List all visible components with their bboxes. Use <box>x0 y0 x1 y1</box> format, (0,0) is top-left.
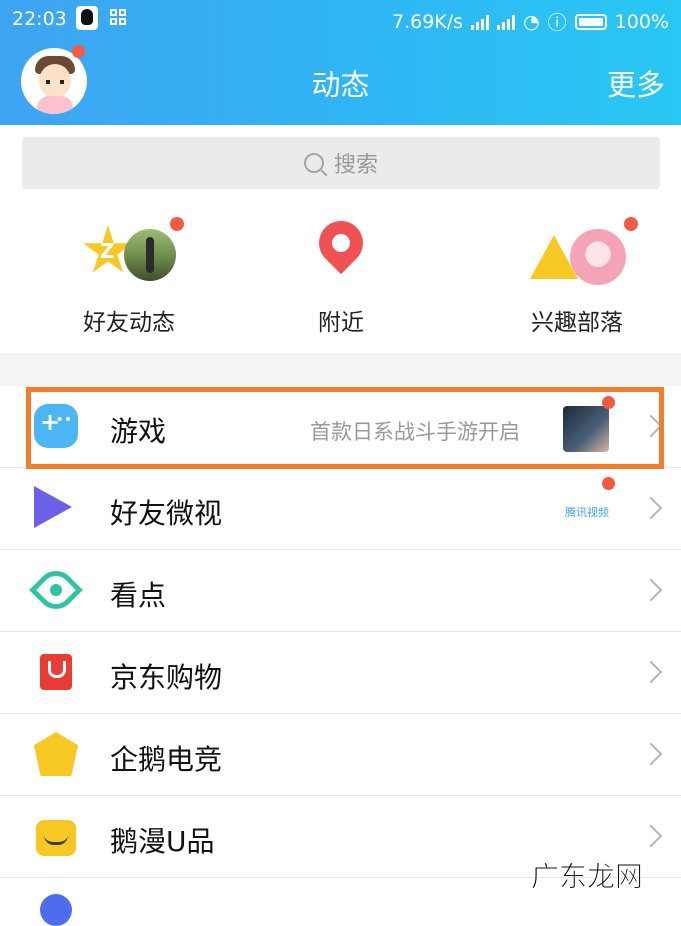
feature-list: 游戏 首款日系战斗手游开启 好友微视 腾讯视频 看点 京东购物 企鹅电竞 鹅漫U… <box>0 386 681 926</box>
interest-tribe-dot <box>624 217 638 231</box>
page-title: 动态 <box>311 68 370 102</box>
search-and-quick-section: 搜索 Z 好友动态 附近 兴趣部落 <box>0 125 681 353</box>
more-button[interactable]: 更多 <box>607 62 665 104</box>
chevron-right-icon <box>639 660 663 684</box>
weishi-play-icon <box>34 486 72 528</box>
game-notification-dot <box>602 396 615 409</box>
avatar-notification-dot <box>72 45 85 58</box>
chevron-right-icon <box>639 414 663 438</box>
list-item-penguin-esports[interactable]: 企鹅电竞 <box>0 714 681 796</box>
list-item-label: 游戏 <box>110 415 167 448</box>
battery-percent: 100% <box>614 10 669 33</box>
quick-friend-feed[interactable]: Z 好友动态 <box>64 217 194 337</box>
list-item-label: 京东购物 <box>110 661 223 694</box>
esports-crown-icon <box>34 732 78 776</box>
quick-label-interest-tribe: 兴趣部落 <box>531 310 623 336</box>
chevron-right-icon <box>639 742 663 766</box>
gamepad-icon <box>34 404 78 448</box>
chevron-right-icon <box>639 578 663 602</box>
watermark-text: 广东龙网 <box>530 860 643 894</box>
partial-app-icon <box>40 894 72 926</box>
qq-app-icon <box>76 6 98 30</box>
search-icon <box>303 153 324 173</box>
status-time: 22:03 <box>12 8 67 30</box>
section-divider <box>0 353 681 386</box>
list-item-friend-weishi[interactable]: 好友微视 腾讯视频 <box>0 468 681 550</box>
battery-icon <box>574 13 607 30</box>
quick-label-nearby: 附近 <box>318 310 364 336</box>
tencent-video-badge: 腾讯视频 <box>565 506 609 519</box>
list-item-label: 好友微视 <box>110 497 223 530</box>
quick-interest-tribe[interactable]: 兴趣部落 <box>518 217 638 337</box>
z-letter-icon: Z <box>100 239 115 263</box>
chevron-right-icon <box>639 824 663 848</box>
list-item-kandian[interactable]: 看点 <box>0 550 681 632</box>
quick-label-friend-feed: 好友动态 <box>83 310 175 336</box>
signal-icon <box>497 14 516 30</box>
weishi-notification-dot <box>602 477 615 490</box>
anime-avatar-thumbnail <box>570 229 626 285</box>
list-item-label: 企鹅电竞 <box>110 743 223 776</box>
status-bar: 22:03 7.69K/s ◔ ⓘ 100% <box>0 0 681 38</box>
manga-face-icon <box>36 820 76 856</box>
top-header: 22:03 7.69K/s ◔ ⓘ 100% 动态 更多 <box>0 0 681 125</box>
list-item-label: 鹅漫U品 <box>110 825 215 858</box>
shopping-bag-icon <box>40 654 72 690</box>
friend-photo-thumbnail <box>124 229 176 281</box>
list-item-jd-shopping[interactable]: 京东购物 <box>0 632 681 714</box>
chevron-right-icon <box>639 496 663 520</box>
location-pin-icon <box>309 211 373 275</box>
grid-app-icon <box>110 9 126 25</box>
wifi-icon: ◔ <box>523 10 540 33</box>
list-item-game[interactable]: 游戏 首款日系战斗手游开启 <box>0 386 681 468</box>
eye-icon <box>29 563 83 617</box>
network-speed: 7.69K/s <box>391 10 464 33</box>
list-item-label: 看点 <box>110 579 167 612</box>
search-placeholder: 搜索 <box>333 153 378 178</box>
list-item-subtitle: 首款日系战斗手游开启 <box>310 420 520 444</box>
search-bar[interactable]: 搜索 <box>22 137 660 189</box>
friend-feed-dot <box>170 217 184 231</box>
game-character-thumbnail <box>563 406 609 452</box>
hd-signal-icon <box>471 14 490 30</box>
data-saver-icon: ⓘ <box>547 12 567 34</box>
status-right-cluster: 7.69K/s ◔ ⓘ 100% <box>392 8 669 35</box>
quick-nearby[interactable]: 附近 <box>302 211 380 337</box>
